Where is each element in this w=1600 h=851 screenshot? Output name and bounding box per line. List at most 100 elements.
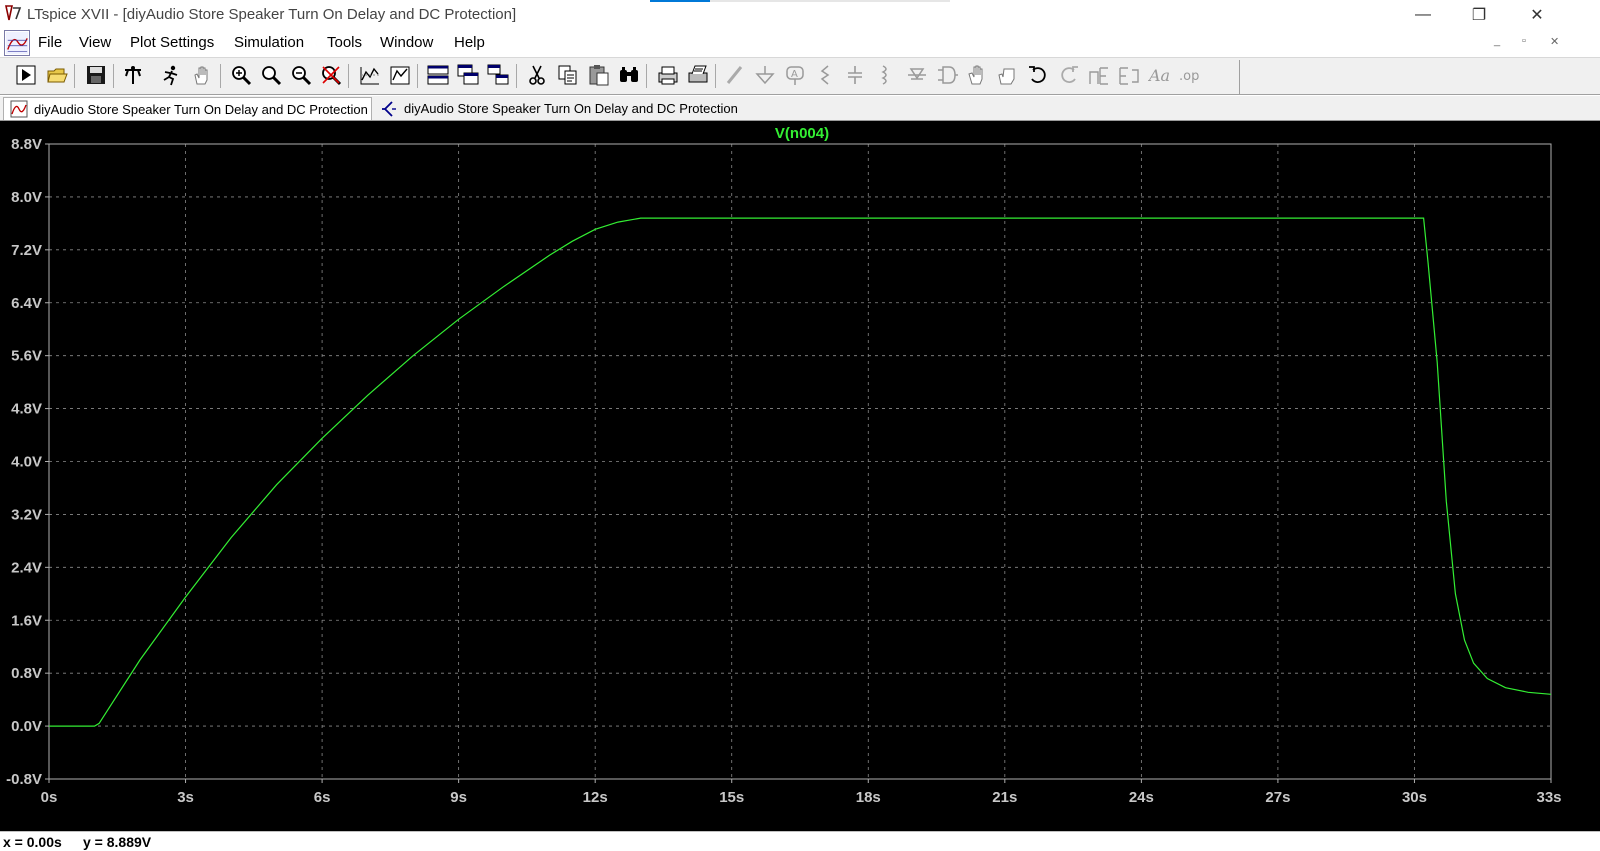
rotate-icon[interactable] xyxy=(1087,63,1111,87)
status-bar: x = 0.00s y = 8.889V xyxy=(0,831,1600,851)
run-icon[interactable] xyxy=(14,63,38,87)
menu-help[interactable]: Help xyxy=(454,34,485,51)
y-tick-label: 3.2V xyxy=(11,506,42,523)
toolbar-separator xyxy=(220,64,221,88)
y-tick-label: 8.8V xyxy=(11,136,42,153)
undo-icon[interactable] xyxy=(1026,63,1050,87)
grid-layer xyxy=(49,144,1551,779)
component-icon[interactable] xyxy=(935,63,959,87)
cut-icon[interactable] xyxy=(525,63,549,87)
trace-v-n004[interactable] xyxy=(49,217,1552,727)
zoom-in-icon[interactable] xyxy=(229,63,253,87)
tile-horizontal-icon[interactable] xyxy=(426,63,450,87)
ground-icon[interactable] xyxy=(753,63,777,87)
menu-tools[interactable]: Tools xyxy=(327,34,362,51)
x-tick-label: 15s xyxy=(719,789,744,806)
x-tick-label: 6s xyxy=(314,789,331,806)
waveform-document-icon[interactable] xyxy=(4,30,30,56)
x-tick-label: 9s xyxy=(450,789,467,806)
autorange-icon[interactable] xyxy=(358,63,382,87)
x-tick-label: 12s xyxy=(583,789,608,806)
capacitor-icon[interactable] xyxy=(843,63,867,87)
paste-icon[interactable] xyxy=(587,63,611,87)
toolbar-separator xyxy=(715,64,716,88)
control-panel-icon[interactable] xyxy=(121,63,145,87)
toolbar-separator xyxy=(348,64,349,88)
y-tick-label: 8.0V xyxy=(11,189,42,206)
y-tick-label: 6.4V xyxy=(11,295,42,312)
menu-simulation[interactable]: Simulation xyxy=(234,34,304,51)
mdi-close-button[interactable]: ✕ xyxy=(1550,35,1559,48)
x-tick-label: 3s xyxy=(177,789,194,806)
tab-waveform[interactable]: diyAudio Store Speaker Turn On Delay and… xyxy=(3,97,372,120)
svg-text:.op: .op xyxy=(1179,69,1199,84)
title-accent-line xyxy=(650,0,950,2)
y-tick-label: 4.0V xyxy=(11,454,42,471)
document-tab-bar: diyAudio Store Speaker Turn On Delay and… xyxy=(0,96,1600,121)
zoom-out-icon[interactable] xyxy=(289,63,313,87)
move-icon[interactable] xyxy=(965,63,989,87)
zoom-area-icon[interactable] xyxy=(259,63,283,87)
print-preview-icon[interactable] xyxy=(656,63,680,87)
toolbar-separator xyxy=(74,64,75,88)
mirror-icon[interactable] xyxy=(1117,63,1141,87)
x-tick-label: 21s xyxy=(992,789,1017,806)
x-tick-label: 30s xyxy=(1402,789,1427,806)
label-icon[interactable]: A xyxy=(783,63,807,87)
minimize-button[interactable]: — xyxy=(1400,0,1446,29)
cascade-icon[interactable] xyxy=(456,63,480,87)
tab-waveform-label: diyAudio Store Speaker Turn On Delay and… xyxy=(34,101,368,117)
copy-icon[interactable] xyxy=(556,63,580,87)
open-icon[interactable] xyxy=(45,63,69,87)
x-tick-label: 24s xyxy=(1129,789,1154,806)
cursor-y-readout: y = 8.889V xyxy=(83,834,152,850)
waveform-chart[interactable]: 8.8V 8.0V 7.2V 6.4V 5.6V 4.8V 4.0V 3.2V 2.4V 1.6V… xyxy=(0,121,1600,831)
svg-text:Aa: Aa xyxy=(1148,66,1170,85)
mdi-minimize-button[interactable]: _ xyxy=(1494,35,1500,47)
x-tick-label: 27s xyxy=(1265,789,1290,806)
tile-vertical-icon[interactable] xyxy=(486,63,510,87)
y-tick-label: 0.0V xyxy=(11,718,42,735)
toolbar-separator xyxy=(646,64,647,88)
y-axis-labels: 8.8V 8.0V 7.2V 6.4V 5.6V 4.8V 4.0V 3.2V 2.4V 1.6V… xyxy=(6,136,49,788)
y-tick-label: 2.4V xyxy=(11,559,42,576)
x-tick-label: 33s xyxy=(1536,789,1561,806)
menu-bar: File View Plot Settings Simulation Tools… xyxy=(0,29,1600,57)
menu-window[interactable]: Window xyxy=(380,34,433,51)
y-tick-label: -0.8V xyxy=(6,771,42,788)
drag-icon[interactable] xyxy=(995,63,1019,87)
schematic-tab-icon xyxy=(382,100,396,117)
tab-schematic[interactable]: diyAudio Store Speaker Turn On Delay and… xyxy=(374,97,746,120)
menu-plot-settings[interactable]: Plot Settings xyxy=(130,34,214,51)
halt-icon[interactable] xyxy=(159,63,183,87)
zoom-fit-icon[interactable] xyxy=(319,63,343,87)
restore-button[interactable]: ❐ xyxy=(1456,0,1502,29)
save-icon[interactable] xyxy=(84,63,108,87)
y-tick-label: 4.8V xyxy=(11,401,42,418)
waveform-plot-pane[interactable]: 8.8V 8.0V 7.2V 6.4V 5.6V 4.8V 4.0V 3.2V 2.4V 1.6V… xyxy=(0,121,1600,831)
ltspice-app-icon xyxy=(4,4,22,22)
find-icon[interactable] xyxy=(617,63,641,87)
toolbar-separator xyxy=(417,64,418,88)
print-icon[interactable] xyxy=(686,63,710,87)
text-icon[interactable]: Aa xyxy=(1147,63,1171,87)
pan-icon[interactable] xyxy=(190,63,214,87)
diode-icon[interactable] xyxy=(905,63,929,87)
mdi-restore-button[interactable]: ▫ xyxy=(1522,35,1526,47)
toolbar: A Aa .op xyxy=(0,57,1600,95)
toolbar-separator xyxy=(113,64,114,88)
tab-schematic-label: diyAudio Store Speaker Turn On Delay and… xyxy=(404,101,738,116)
menu-view[interactable]: View xyxy=(79,34,111,51)
resistor-icon[interactable] xyxy=(813,63,837,87)
y-tick-label: 5.6V xyxy=(11,348,42,365)
menu-file[interactable]: File xyxy=(38,34,62,51)
trace-title[interactable]: V(n004) xyxy=(775,125,829,142)
y-tick-label: 1.6V xyxy=(11,612,42,629)
wire-icon[interactable] xyxy=(723,63,747,87)
redo-icon[interactable] xyxy=(1057,63,1081,87)
inductor-icon[interactable] xyxy=(873,63,897,87)
close-button[interactable]: ✕ xyxy=(1514,0,1560,29)
plot-settings-icon[interactable] xyxy=(388,63,412,87)
window-title: LTspice XVII - [diyAudio Store Speaker T… xyxy=(27,6,517,23)
spice-directive-icon[interactable]: .op xyxy=(1177,63,1201,87)
